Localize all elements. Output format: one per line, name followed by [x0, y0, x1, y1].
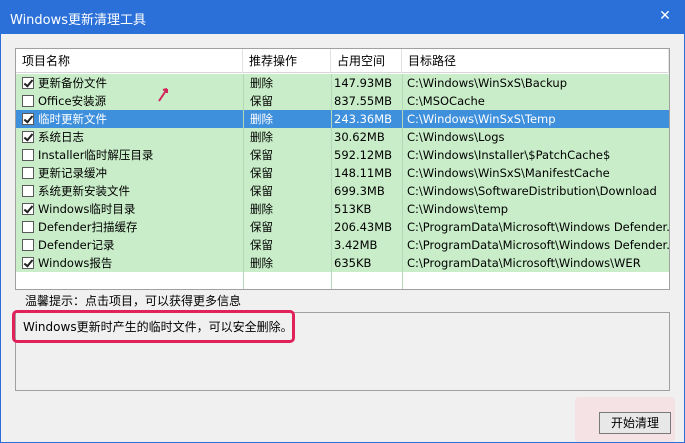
item-size: 699.3MB	[334, 184, 385, 198]
item-action: 删除	[250, 202, 273, 216]
column-header-name[interactable]: 项目名称	[16, 49, 243, 73]
item-name-cell: Windows临时目录	[16, 200, 243, 218]
item-path: C:\ProgramData\Microsoft\Windows Defende…	[407, 220, 669, 234]
item-name-cell: 临时更新文件	[16, 110, 243, 128]
window-title: Windows更新清理工具	[10, 13, 147, 28]
list-rows: 更新备份文件 删除 147.93MB C:\Windows\WinSxS\Backup…	[16, 74, 669, 272]
item-name-cell: Defender扫描缓存	[16, 218, 243, 236]
column-header-size[interactable]: 占用空间	[331, 49, 402, 73]
item-path: C:\MSOCache	[407, 94, 485, 108]
item-name-cell: Windows报告	[16, 254, 243, 272]
item-path: C:\Windows\WinSxS\Temp	[407, 112, 556, 126]
table-row[interactable]: Windows报告 删除 635KB C:\ProgramData\Microsoft…	[16, 254, 669, 272]
item-path: C:\Windows\WinSxS\ManifestCache	[407, 166, 610, 180]
item-checkbox[interactable]	[22, 113, 34, 125]
item-action: 保留	[250, 94, 273, 108]
item-name-cell: 系统更新安装文件	[16, 182, 243, 200]
item-size: 513KB	[334, 202, 372, 216]
item-name-cell: Office安装源	[16, 92, 243, 110]
item-path: C:\Windows\temp	[407, 202, 509, 216]
item-name: 更新记录缓冲	[38, 166, 107, 180]
item-name: Office安装源	[38, 94, 107, 108]
item-path: C:\ProgramData\Microsoft\Windows Defende…	[407, 238, 669, 252]
item-path: C:\Windows\Installer\$PatchCache$	[407, 148, 611, 162]
item-size: 147.93MB	[334, 76, 393, 90]
column-divider	[331, 74, 332, 289]
item-checkbox[interactable]	[22, 185, 34, 197]
table-row[interactable]: Installer临时解压目录 保留 592.12MB C:\Windows\Inst…	[16, 146, 669, 164]
title-bar[interactable]: Windows更新清理工具 ✕	[1, 1, 684, 34]
item-name: Defender记录	[38, 238, 115, 252]
item-checkbox[interactable]	[22, 131, 34, 143]
item-checkbox[interactable]	[22, 257, 34, 269]
item-action: 保留	[250, 220, 273, 234]
close-icon[interactable]: ✕	[656, 7, 674, 25]
item-checkbox[interactable]	[22, 77, 34, 89]
item-action: 删除	[250, 112, 273, 126]
item-name-cell: 更新记录缓冲	[16, 164, 243, 182]
item-checkbox[interactable]	[22, 203, 34, 215]
item-name: 系统日志	[38, 130, 84, 144]
table-row[interactable]: 系统日志 删除 30.62MB C:\Windows\Logs	[16, 128, 669, 146]
item-action: 删除	[250, 76, 273, 90]
item-name: Windows临时目录	[38, 202, 136, 216]
column-divider	[243, 74, 244, 289]
item-path: C:\Windows\SoftwareDistribution\Download	[407, 184, 657, 198]
table-row[interactable]: 系统更新安装文件 保留 699.3MB C:\Windows\SoftwareDist…	[16, 182, 669, 200]
item-name: 临时更新文件	[38, 110, 107, 128]
item-size: 592.12MB	[334, 148, 393, 162]
item-name: Defender扫描缓存	[38, 220, 138, 234]
item-name-cell: Defender记录	[16, 236, 243, 254]
item-action: 删除	[250, 130, 273, 144]
item-action: 保留	[250, 238, 273, 252]
item-size: 837.55MB	[334, 94, 393, 108]
start-cleanup-button[interactable]: 开始清理	[599, 412, 671, 434]
table-row[interactable]: Office安装源 保留 837.55MB C:\MSOCache	[16, 92, 669, 110]
item-name: Installer临时解压目录	[38, 148, 154, 162]
item-checkbox[interactable]	[22, 167, 34, 179]
table-row[interactable]: 更新备份文件 删除 147.93MB C:\Windows\WinSxS\Backup	[16, 74, 669, 92]
item-checkbox[interactable]	[22, 239, 34, 251]
hint-bar: 温馨提示：点击项目，可以获得更多信息	[15, 291, 670, 309]
description-highlight-box	[12, 310, 295, 343]
item-name: Windows报告	[38, 256, 113, 270]
cursor-arrow-icon	[158, 88, 168, 102]
item-action: 保留	[250, 148, 273, 162]
item-checkbox[interactable]	[22, 221, 34, 233]
item-name-cell: Installer临时解压目录	[16, 146, 243, 164]
item-name: 更新备份文件	[38, 76, 107, 90]
item-name-cell: 更新备份文件	[16, 74, 243, 92]
table-row[interactable]: 更新记录缓冲 保留 148.11MB C:\Windows\WinSxS\Manife…	[16, 164, 669, 182]
hint-text: 温馨提示：点击项目，可以获得更多信息	[25, 294, 242, 308]
item-checkbox[interactable]	[22, 95, 34, 107]
table-row[interactable]: Windows临时目录 删除 513KB C:\Windows\temp	[16, 200, 669, 218]
item-path: C:\Windows\WinSxS\Backup	[407, 76, 568, 90]
column-divider	[402, 74, 403, 289]
item-action: 删除	[250, 256, 273, 270]
item-size: 206.43MB	[334, 220, 393, 234]
item-checkbox[interactable]	[22, 149, 34, 161]
item-size: 148.11MB	[334, 166, 393, 180]
column-header-action[interactable]: 推荐操作	[243, 49, 331, 73]
list-header: 项目名称 推荐操作 占用空间 目标路径	[16, 49, 669, 73]
item-name-cell: 系统日志	[16, 128, 243, 146]
column-header-path[interactable]: 目标路径	[402, 49, 669, 73]
item-action: 保留	[250, 184, 273, 198]
table-row[interactable]: Defender记录 保留 3.42MB C:\ProgramData\Microso…	[16, 236, 669, 254]
item-path: C:\ProgramData\Microsoft\Windows\WER	[407, 256, 641, 270]
table-row[interactable]: 临时更新文件 删除 243.36MB C:\Windows\WinSxS\Temp	[16, 110, 669, 128]
item-size: 635KB	[334, 256, 372, 270]
cleanup-window: Windows更新清理工具 ✕ 项目名称 推荐操作 占用空间 目标路径 更新备份…	[0, 0, 685, 443]
item-size: 30.62MB	[334, 130, 385, 144]
item-path: C:\Windows\Logs	[407, 130, 505, 144]
item-size: 3.42MB	[334, 238, 378, 252]
item-size: 243.36MB	[334, 112, 393, 126]
item-action: 保留	[250, 166, 273, 180]
cleanup-item-list: 项目名称 推荐操作 占用空间 目标路径 更新备份文件 删除 147.93MB C:\W…	[15, 48, 670, 290]
table-row[interactable]: Defender扫描缓存 保留 206.43MB C:\ProgramData\Mic…	[16, 218, 669, 236]
item-name: 系统更新安装文件	[38, 184, 130, 198]
